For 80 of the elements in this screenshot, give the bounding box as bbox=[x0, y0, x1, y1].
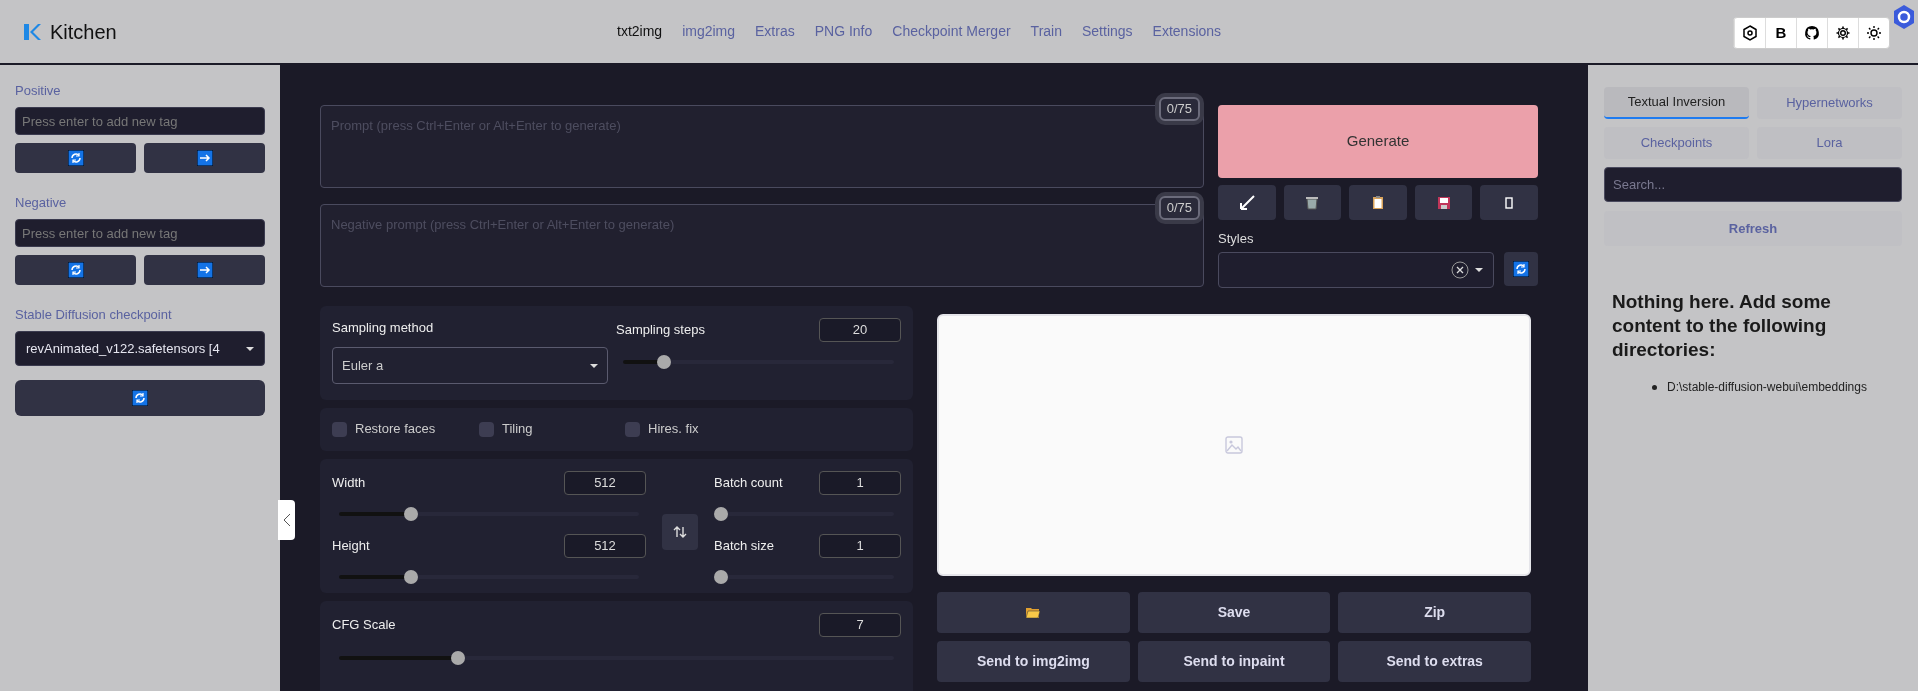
number-field[interactable]: 1 bbox=[819, 470, 901, 495]
action-button[interactable]: Send to inpaint bbox=[1137, 640, 1331, 682]
slider-thumb[interactable] bbox=[714, 506, 728, 521]
sun-icon bbox=[1866, 25, 1882, 41]
chevron-left-icon bbox=[282, 513, 291, 527]
settings-icon bbox=[1835, 25, 1851, 41]
bullet-icon bbox=[1652, 384, 1657, 390]
github-icon bbox=[1804, 25, 1820, 41]
section-label: Negative bbox=[15, 194, 68, 212]
caret-icon bbox=[246, 346, 254, 351]
tag-input[interactable]: Press enter to add new tag bbox=[15, 107, 265, 135]
checkbox-label: Restore faces bbox=[355, 420, 436, 439]
logo-icon bbox=[22, 21, 42, 42]
number-field[interactable]: 512 bbox=[564, 533, 646, 558]
tool-button[interactable] bbox=[1480, 185, 1538, 220]
action-button[interactable]: Zip bbox=[1338, 591, 1531, 633]
field-label: Sampling steps bbox=[616, 320, 705, 339]
icon-button[interactable]: B bbox=[1765, 18, 1796, 48]
section-label: Positive bbox=[15, 82, 62, 100]
slider-thumb[interactable] bbox=[450, 650, 465, 665]
checkbox-label: Tiling bbox=[502, 420, 533, 439]
trash-icon bbox=[1304, 194, 1321, 211]
field-label: Sampling method bbox=[332, 318, 435, 337]
action-button[interactable]: Send to img2img bbox=[937, 640, 1130, 682]
tool-button[interactable] bbox=[1414, 185, 1473, 220]
sampler-dropdown[interactable]: Euler a bbox=[332, 347, 608, 384]
clear-icon bbox=[1451, 260, 1469, 279]
caret-icon bbox=[1475, 267, 1483, 272]
caret-icon bbox=[590, 363, 598, 368]
field-label: Batch size bbox=[714, 536, 774, 555]
refresh-icon bbox=[67, 262, 84, 278]
tool-button[interactable] bbox=[1349, 185, 1407, 220]
field-label: CFG Scale bbox=[332, 615, 396, 634]
refresh-icon bbox=[1513, 260, 1529, 277]
tool-button[interactable] bbox=[1218, 185, 1276, 220]
slider-thumb[interactable] bbox=[714, 569, 728, 584]
number-field[interactable]: 1 bbox=[819, 533, 901, 558]
extension-badge-icon[interactable] bbox=[1892, 4, 1916, 30]
directory-path: D:\stable-diffusion-webui\embeddings bbox=[1667, 379, 1867, 396]
section-label: Stable Diffusion checkpoint bbox=[15, 306, 173, 324]
app-title: Kitchen bbox=[50, 19, 117, 45]
checkpoint-dropdown[interactable]: revAnimated_v122.safetensors [4 bbox=[15, 331, 265, 366]
action-button[interactable]: Send to extras bbox=[1338, 640, 1531, 682]
hexagon-icon bbox=[1742, 25, 1758, 41]
tab[interactable]: Textual Inversion bbox=[1604, 87, 1749, 119]
action-button[interactable]: Save bbox=[1137, 591, 1331, 633]
slider-thumb[interactable] bbox=[404, 506, 418, 521]
slider-thumb[interactable] bbox=[656, 354, 671, 369]
tag-input[interactable]: Press enter to add new tag bbox=[15, 219, 265, 247]
checkbox-label: Hires. fix bbox=[648, 420, 699, 439]
field-label: Height bbox=[332, 536, 370, 555]
image-placeholder-icon bbox=[1225, 435, 1243, 454]
field-label: Width bbox=[332, 473, 366, 492]
collapse-tab[interactable] bbox=[278, 500, 295, 540]
folder-icon bbox=[1025, 605, 1042, 619]
clipboard-icon bbox=[1370, 194, 1386, 211]
slider-thumb[interactable] bbox=[404, 569, 418, 584]
swap-icon bbox=[673, 524, 687, 539]
refresh-icon bbox=[132, 390, 148, 406]
send-button[interactable] bbox=[144, 255, 265, 285]
empty-message: Nothing here. Add some content to the following directories: bbox=[1611, 290, 1832, 362]
field-label: Batch count bbox=[714, 473, 783, 492]
search-field[interactable]: Search... bbox=[1604, 167, 1902, 202]
arrow-right-icon bbox=[196, 262, 213, 278]
number-field[interactable]: 7 bbox=[819, 612, 901, 637]
nav-tab[interactable]: txt2img bbox=[617, 21, 663, 42]
number-field[interactable]: 512 bbox=[564, 470, 646, 495]
arrow-icon bbox=[1238, 194, 1255, 211]
tool-button[interactable] bbox=[1283, 185, 1342, 220]
checkbox[interactable] bbox=[625, 421, 640, 437]
checkbox[interactable] bbox=[479, 421, 494, 437]
refresh-button[interactable] bbox=[1504, 251, 1538, 286]
generate-button[interactable]: Generate bbox=[1218, 105, 1538, 178]
swap-button[interactable] bbox=[662, 513, 698, 550]
arrow-right-icon bbox=[196, 150, 213, 166]
number-field[interactable]: 20 bbox=[819, 317, 901, 342]
refresh-icon bbox=[67, 150, 84, 166]
styles-label: Styles bbox=[1218, 230, 1255, 248]
send-button[interactable] bbox=[144, 143, 265, 173]
checkbox[interactable] bbox=[332, 421, 347, 437]
